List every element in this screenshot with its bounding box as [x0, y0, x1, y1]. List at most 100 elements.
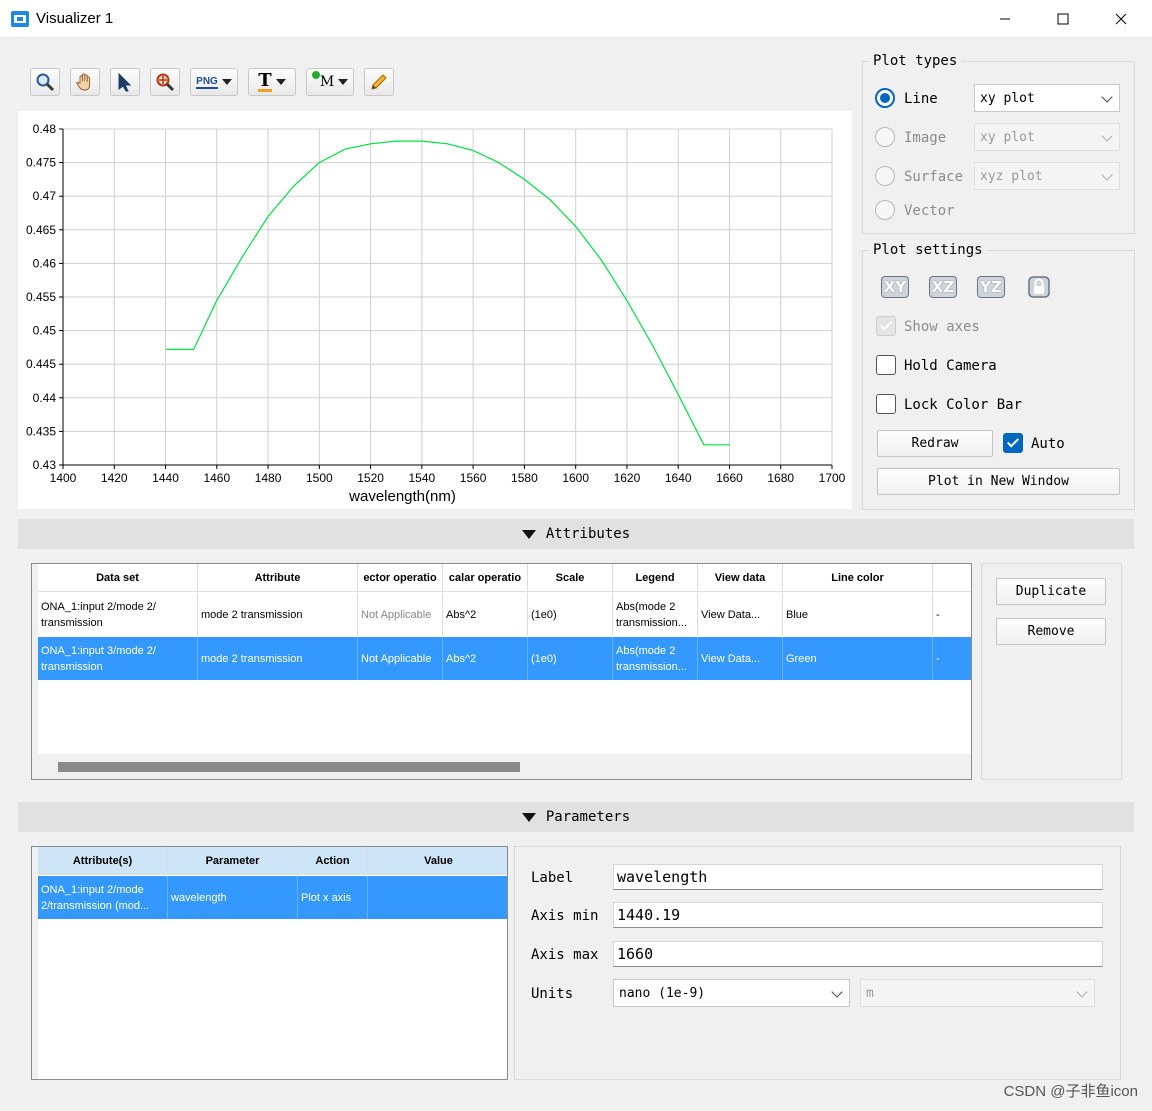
reset-view-button[interactable]: [1023, 273, 1055, 301]
table-row-selected[interactable]: ONA_1:input 3/mode 2/ transmission mode …: [38, 637, 971, 680]
row-scalar-operation[interactable]: Abs^2: [443, 637, 528, 680]
row-scale[interactable]: (1e0): [528, 637, 613, 680]
edit-button[interactable]: [364, 68, 394, 96]
row-action[interactable]: Plot x axis: [298, 876, 368, 919]
x-tick-label: 1460: [203, 471, 230, 485]
vector-radio[interactable]: [875, 200, 895, 220]
auto-checkbox[interactable]: [1003, 433, 1023, 453]
marker-icon: M: [311, 71, 334, 90]
table-row-selected[interactable]: ONA_1:input 2/mode 2/transmission (mod..…: [38, 876, 507, 919]
chevron-down-icon: [1101, 130, 1113, 142]
xz-view-button[interactable]: XZ: [927, 273, 959, 301]
label-input[interactable]: wavelength: [613, 864, 1103, 890]
x-tick-label: 1600: [562, 471, 589, 485]
y-tick-label: 0.46: [33, 256, 57, 270]
line-label: Line: [904, 91, 938, 107]
image-label: Image: [904, 130, 947, 146]
row-view-data[interactable]: View Data...: [698, 593, 783, 636]
text-icon: T: [258, 70, 272, 92]
units-label: Units: [531, 986, 574, 1002]
units-select[interactable]: nano (1e-9): [613, 979, 850, 1007]
lock-color-bar-checkbox[interactable]: [876, 394, 896, 414]
show-axes-label: Show axes: [904, 319, 980, 335]
row-data-set: ONA_1:input 3/mode 2/ transmission: [38, 637, 198, 680]
chevron-down-icon[interactable]: [275, 79, 286, 85]
surface-radio[interactable]: [875, 166, 895, 186]
col-attribute[interactable]: Attribute: [198, 564, 358, 592]
y-tick-label: 0.43: [33, 458, 57, 472]
table-row[interactable]: ONA_1:input 2/mode 2/ transmission mode …: [38, 593, 971, 636]
close-button[interactable]: [1092, 0, 1150, 38]
col-parameter[interactable]: Parameter: [168, 847, 298, 875]
col-vector-operation[interactable]: ector operatio: [358, 564, 443, 592]
png-export-button[interactable]: PNG: [190, 68, 238, 96]
maximize-button[interactable]: [1034, 0, 1092, 38]
chevron-down-icon[interactable]: [221, 79, 232, 85]
row-scalar-operation[interactable]: Abs^2: [443, 593, 528, 636]
xy-view-icon: XY: [880, 276, 910, 298]
png-export-icon: PNG: [196, 75, 218, 89]
yz-view-icon: YZ: [977, 276, 1005, 298]
lock-color-bar-label: Lock Color Bar: [904, 397, 1023, 413]
line-chart[interactable]: 1400 1420 1440 1460 1480 1500 1520 1540 1560 1580…: [18, 111, 852, 509]
maximize-icon: [1057, 13, 1069, 25]
yz-view-button[interactable]: YZ: [975, 273, 1007, 301]
col-value[interactable]: Value: [368, 847, 507, 875]
plot-area[interactable]: 1400 1420 1440 1460 1480 1500 1520 1540 1560 1580…: [18, 111, 852, 509]
zoom-button[interactable]: [30, 68, 60, 96]
text-tool-button[interactable]: T: [248, 68, 296, 96]
marker-tool-button[interactable]: M: [306, 68, 354, 96]
axis-max-input[interactable]: 1660: [613, 941, 1103, 967]
col-action[interactable]: Action: [298, 847, 368, 875]
select-button[interactable]: [110, 68, 140, 96]
xy-view-button[interactable]: XY: [879, 273, 911, 301]
row-legend[interactable]: Abs(mode 2 transmission...: [613, 637, 698, 680]
row-legend[interactable]: Abs(mode 2 transmission...: [613, 593, 698, 636]
row-line-color[interactable]: Blue: [783, 593, 933, 636]
plot-in-new-window-button[interactable]: Plot in New Window: [877, 468, 1120, 495]
col-legend[interactable]: Legend: [613, 564, 698, 592]
line-radio[interactable]: [875, 88, 895, 108]
auto-label: Auto: [1031, 436, 1065, 452]
remove-button[interactable]: Remove: [996, 618, 1106, 645]
chevron-down-icon[interactable]: [338, 79, 349, 85]
row-extra: -: [936, 652, 940, 665]
col-scale[interactable]: Scale: [528, 564, 613, 592]
col-line-color[interactable]: Line color: [783, 564, 933, 592]
col-attributes[interactable]: Attribute(s): [38, 847, 168, 875]
line-plot-type-select[interactable]: xy plot: [974, 84, 1120, 112]
row-line-color[interactable]: Green: [783, 637, 933, 680]
parameters-title: Parameters: [545, 809, 631, 825]
col-data-set[interactable]: Data set: [38, 564, 198, 592]
pan-button[interactable]: [70, 68, 100, 96]
parameters-section-header[interactable]: Parameters: [18, 802, 1134, 832]
row-view-data[interactable]: View Data...: [698, 637, 783, 680]
y-tick-label: 0.47: [33, 189, 57, 203]
attributes-section-header[interactable]: Attributes: [18, 519, 1134, 549]
row-value[interactable]: [368, 876, 507, 919]
image-radio[interactable]: [875, 127, 895, 147]
attributes-table[interactable]: Data set Attribute ector operatio calar …: [31, 563, 972, 780]
vector-label: Vector: [904, 203, 955, 219]
duplicate-button[interactable]: Duplicate: [996, 578, 1106, 605]
zoom-region-button[interactable]: [150, 68, 180, 96]
select-pointer-icon: [118, 72, 132, 92]
col-scalar-operation[interactable]: calar operatio: [443, 564, 528, 592]
collapse-triangle-icon: [521, 529, 536, 539]
xz-view-icon: XZ: [928, 276, 958, 298]
checkmark-icon: [1006, 435, 1020, 448]
hold-camera-checkbox[interactable]: [876, 355, 896, 375]
chevron-down-icon: [1101, 91, 1113, 103]
minimize-button[interactable]: [976, 0, 1034, 38]
parameters-table[interactable]: Attribute(s) Parameter Action Value ONA_…: [31, 846, 508, 1080]
redraw-button[interactable]: Redraw: [877, 430, 993, 457]
row-attributes: ONA_1:input 2/mode 2/transmission (mod..…: [38, 876, 168, 919]
axis-min-input[interactable]: 1440.19: [613, 902, 1103, 928]
horizontal-scrollbar[interactable]: [38, 754, 971, 779]
col-view-data[interactable]: View data: [698, 564, 783, 592]
y-tick-label: 0.465: [26, 223, 56, 237]
surface-plot-type-select: xyz plot: [974, 162, 1120, 190]
x-tick-label: 1580: [511, 471, 538, 485]
scrollbar-thumb[interactable]: [58, 762, 520, 772]
row-scale[interactable]: (1e0): [528, 593, 613, 636]
